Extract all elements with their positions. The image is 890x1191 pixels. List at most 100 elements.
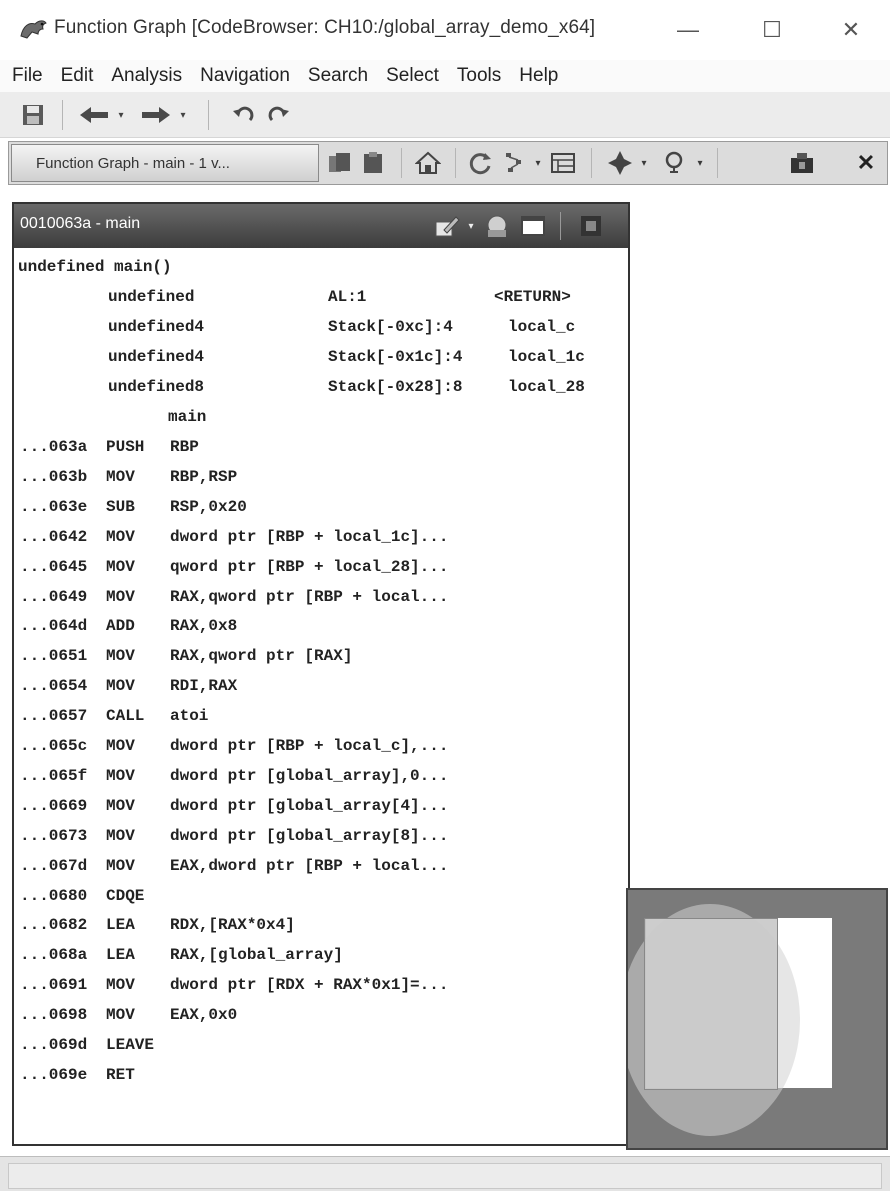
menu-file[interactable]: File bbox=[0, 65, 49, 87]
function-block-header[interactable]: 0010063a - main ▾ bbox=[14, 204, 628, 248]
menu-analysis[interactable]: Analysis bbox=[99, 65, 188, 87]
toolbar-separator bbox=[455, 148, 456, 178]
instruction-mnemonic: MOV bbox=[106, 527, 135, 546]
menu-select[interactable]: Select bbox=[374, 65, 445, 87]
paste-icon[interactable] bbox=[359, 148, 389, 178]
instruction-operands: RAX,0x8 bbox=[170, 617, 238, 636]
instruction-mnemonic: LEA bbox=[106, 946, 135, 965]
instruction-address: ...0691 bbox=[20, 976, 88, 995]
variable-type: undefined8 bbox=[108, 378, 205, 396]
instruction-mnemonic: PUSH bbox=[106, 438, 145, 456]
back-dropdown-icon[interactable]: ▾ bbox=[114, 100, 128, 130]
instruction-address: ...0642 bbox=[20, 527, 88, 546]
satellite-viewport[interactable] bbox=[644, 918, 778, 1090]
instruction-mnemonic: MOV bbox=[106, 976, 135, 995]
instruction-operands: dword ptr [RBP + local_c],... bbox=[170, 737, 449, 755]
instruction-address: ...065f bbox=[20, 766, 88, 785]
instruction-mnemonic: ADD bbox=[106, 617, 135, 636]
format-icon[interactable] bbox=[549, 148, 577, 178]
back-arrow-icon[interactable] bbox=[76, 100, 112, 130]
instruction-address: ...0673 bbox=[20, 826, 88, 845]
maximize-button[interactable]: ☐ bbox=[749, 10, 795, 50]
instruction-operands: dword ptr [global_array[4]... bbox=[170, 796, 449, 815]
instruction-mnemonic: CALL bbox=[106, 707, 145, 726]
menu-edit[interactable]: Edit bbox=[49, 65, 100, 87]
forward-arrow-icon[interactable] bbox=[138, 100, 174, 130]
instruction-operands: dword ptr [global_array],0... bbox=[170, 766, 449, 785]
instruction-address: ...0680 bbox=[20, 886, 88, 905]
instruction-address: ...0682 bbox=[20, 916, 88, 935]
instruction-address: ...064d bbox=[20, 617, 88, 636]
instruction-address: ...0654 bbox=[20, 677, 88, 696]
instruction-mnemonic: LEA bbox=[106, 916, 135, 935]
instruction-operands: dword ptr [RDX + RAX*0x1]=... bbox=[170, 976, 449, 995]
layout-dropdown-icon[interactable]: ▾ bbox=[531, 148, 545, 178]
function-signature: undefined main() bbox=[18, 258, 172, 276]
instruction-operands: qword ptr [RBP + local_28]... bbox=[170, 557, 449, 576]
instruction-mnemonic: MOV bbox=[106, 766, 135, 785]
instruction-operands: RBP,RSP bbox=[170, 467, 238, 486]
menu-navigation[interactable]: Navigation bbox=[188, 65, 296, 87]
instruction-mnemonic: MOV bbox=[106, 647, 135, 666]
edit-label-dropdown-icon[interactable]: ▾ bbox=[464, 212, 478, 240]
instruction-mnemonic: MOV bbox=[106, 1006, 135, 1025]
refresh-icon[interactable] bbox=[465, 148, 495, 178]
variable-storage: AL:1 bbox=[328, 288, 367, 306]
instruction-operands: RDX,[RAX*0x4] bbox=[170, 916, 295, 935]
maximize-block-icon[interactable] bbox=[576, 212, 606, 240]
instruction-address: ...0698 bbox=[20, 1006, 88, 1025]
instruction-mnemonic: CDQE bbox=[106, 886, 145, 905]
function-block[interactable]: 0010063a - main ▾ undefined main() undef… bbox=[12, 202, 630, 1146]
instruction-operands: RAX,qword ptr [RAX] bbox=[170, 647, 353, 666]
redo-icon[interactable] bbox=[264, 100, 294, 130]
undo-icon[interactable] bbox=[228, 100, 258, 130]
window-close-button[interactable]: ✕ bbox=[828, 10, 874, 50]
menu-help[interactable]: Help bbox=[507, 65, 564, 87]
instruction-address: ...063a bbox=[20, 438, 88, 456]
variable-name: local_1c bbox=[508, 348, 585, 366]
zoom-icon[interactable] bbox=[661, 148, 691, 178]
zoom-dropdown-icon[interactable]: ▾ bbox=[693, 148, 707, 178]
instruction-operands: dword ptr [RBP + local_1c]... bbox=[170, 527, 449, 546]
variable-storage: Stack[-0x28]:8 bbox=[328, 378, 463, 396]
instruction-operands: dword ptr [global_array[8]... bbox=[170, 826, 449, 845]
instruction-operands: RDI,RAX bbox=[170, 677, 238, 696]
function-listing[interactable]: undefined main() undefined AL:1 <RETURN>… bbox=[14, 248, 628, 1144]
toolbar-separator bbox=[62, 100, 63, 130]
home-icon[interactable] bbox=[413, 148, 443, 178]
function-label: main bbox=[168, 408, 207, 426]
close-icon[interactable]: ✕ bbox=[851, 148, 881, 178]
menu-search[interactable]: Search bbox=[296, 65, 374, 87]
instruction-mnemonic: MOV bbox=[106, 796, 135, 815]
instruction-operands: RAX,[global_array] bbox=[170, 946, 343, 965]
instruction-address: ...069d bbox=[20, 1036, 88, 1054]
ghidra-dragon-icon bbox=[18, 16, 48, 42]
instruction-operands: RSP,0x20 bbox=[170, 497, 247, 516]
satellite-overview[interactable] bbox=[626, 888, 888, 1150]
status-message-area bbox=[8, 1163, 882, 1189]
function-graph-tab[interactable]: Function Graph - main - 1 v... bbox=[11, 144, 319, 182]
snapshot-icon[interactable] bbox=[787, 148, 817, 178]
edit-label-icon[interactable] bbox=[432, 212, 462, 240]
instruction-address: ...0669 bbox=[20, 796, 88, 815]
save-icon[interactable] bbox=[18, 100, 48, 130]
instruction-address: ...067d bbox=[20, 856, 88, 875]
navigate-dropdown-icon[interactable]: ▾ bbox=[637, 148, 651, 178]
minimize-button[interactable]: — bbox=[665, 10, 711, 50]
variable-name: <RETURN> bbox=[494, 288, 571, 306]
menu-tools[interactable]: Tools bbox=[445, 65, 507, 87]
layout-icon[interactable] bbox=[503, 148, 529, 178]
function-block-title: 0010063a - main bbox=[20, 215, 141, 232]
status-bar bbox=[0, 1156, 890, 1191]
fullscreen-graph-icon[interactable] bbox=[482, 212, 512, 240]
instruction-mnemonic: MOV bbox=[106, 737, 135, 755]
main-toolbar: ▾ ▾ bbox=[0, 92, 890, 138]
instruction-operands: EAX,dword ptr [RBP + local... bbox=[170, 856, 449, 875]
navigate-icon[interactable] bbox=[605, 148, 635, 178]
forward-dropdown-icon[interactable]: ▾ bbox=[176, 100, 190, 130]
window-icon[interactable] bbox=[518, 212, 548, 240]
instruction-operands: RAX,qword ptr [RBP + local... bbox=[170, 587, 449, 606]
copy-icon[interactable] bbox=[325, 148, 355, 178]
variable-storage: Stack[-0x1c]:4 bbox=[328, 348, 463, 366]
instruction-operands: EAX,0x0 bbox=[170, 1006, 238, 1025]
